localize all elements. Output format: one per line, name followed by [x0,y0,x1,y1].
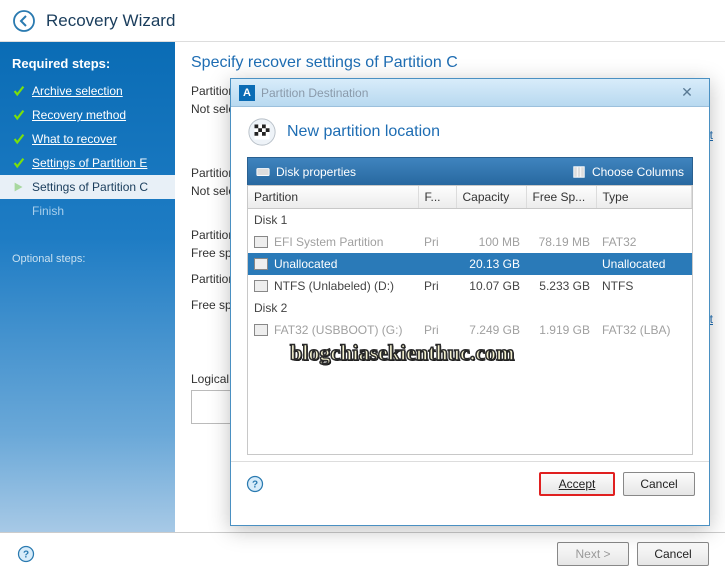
partition-destination-dialog: A Partition Destination ✕ New partition … [230,78,710,526]
step-label: Settings of Partition C [32,180,148,194]
svg-text:?: ? [252,479,258,490]
col-freespace[interactable]: Free Sp... [526,186,596,209]
page-heading: Specify recover settings of Partition C [191,54,709,72]
sidebar-step[interactable]: Recovery method [0,103,175,127]
step-label: Finish [32,204,64,218]
col-type[interactable]: Type [596,186,692,209]
dialog-footer: ? Accept Cancel [231,461,709,505]
columns-icon [572,165,586,179]
check-icon [12,108,26,122]
sidebar-step: Finish [0,199,175,223]
check-icon [12,156,26,170]
table-row[interactable]: Unallocated20.13 GBUnallocated [248,253,692,275]
wizard-title: Recovery Wizard [46,11,175,31]
check-icon [12,84,26,98]
help-icon[interactable]: ? [245,474,265,494]
dialog-toolbar: Disk properties Choose Columns [247,157,693,185]
help-icon[interactable]: ? [16,544,36,564]
table-row[interactable]: FAT32 (USBBOOT) (G:)Pri7.249 GB1.919 GBF… [248,319,692,341]
choose-columns-button[interactable]: Choose Columns [572,165,684,179]
svg-text:?: ? [23,549,29,560]
sidebar-optional-label: Optional steps: [0,223,175,270]
partition-icon [254,324,268,336]
dialog-title: Partition Destination [261,86,673,100]
disk-properties-button[interactable]: Disk properties [256,165,572,179]
close-icon[interactable]: ✕ [673,84,701,101]
sidebar-step[interactable]: Archive selection [0,79,175,103]
partition-icon [254,258,268,270]
app-icon: A [239,85,255,101]
table-row[interactable]: NTFS (Unlabeled) (D:)Pri10.07 GB5.233 GB… [248,275,692,297]
cancel-button[interactable]: Cancel [623,472,695,496]
check-icon [12,132,26,146]
sidebar: Required steps: Archive selection Recover… [0,42,175,532]
col-capacity[interactable]: Capacity [456,186,526,209]
back-arrow-icon[interactable] [12,9,36,33]
table-row[interactable]: EFI System PartitionPri100 MB78.19 MBFAT… [248,231,692,253]
step-label: Archive selection [32,84,123,98]
disk-group-label[interactable]: Disk 1 [248,209,692,232]
sidebar-step[interactable]: What to recover [0,127,175,151]
step-label: What to recover [32,132,117,146]
next-button[interactable]: Next > [557,542,629,566]
disk-group-label[interactable]: Disk 2 [248,297,692,319]
arrow-right-icon [12,180,26,194]
partition-icon [254,236,268,248]
step-label: Settings of Partition E [32,156,147,170]
step-label: Recovery method [32,108,126,122]
flag-wizard-icon [247,117,277,147]
accept-button[interactable]: Accept [539,472,615,496]
sidebar-heading: Required steps: [0,52,175,79]
col-flags[interactable]: F... [418,186,456,209]
col-partition[interactable]: Partition [248,186,418,209]
partition-table[interactable]: Partition F... Capacity Free Sp... Type … [247,185,693,455]
partition-icon [254,280,268,292]
wizard-footer: ? Next > Cancel [0,532,725,574]
dialog-heading: New partition location [287,123,440,141]
titlebar: Recovery Wizard [0,0,725,42]
sidebar-step[interactable]: Settings of Partition C [0,175,175,199]
disk-icon [256,165,270,179]
cancel-button[interactable]: Cancel [637,542,709,566]
dialog-titlebar[interactable]: A Partition Destination ✕ [231,79,709,107]
sidebar-step[interactable]: Settings of Partition E [0,151,175,175]
